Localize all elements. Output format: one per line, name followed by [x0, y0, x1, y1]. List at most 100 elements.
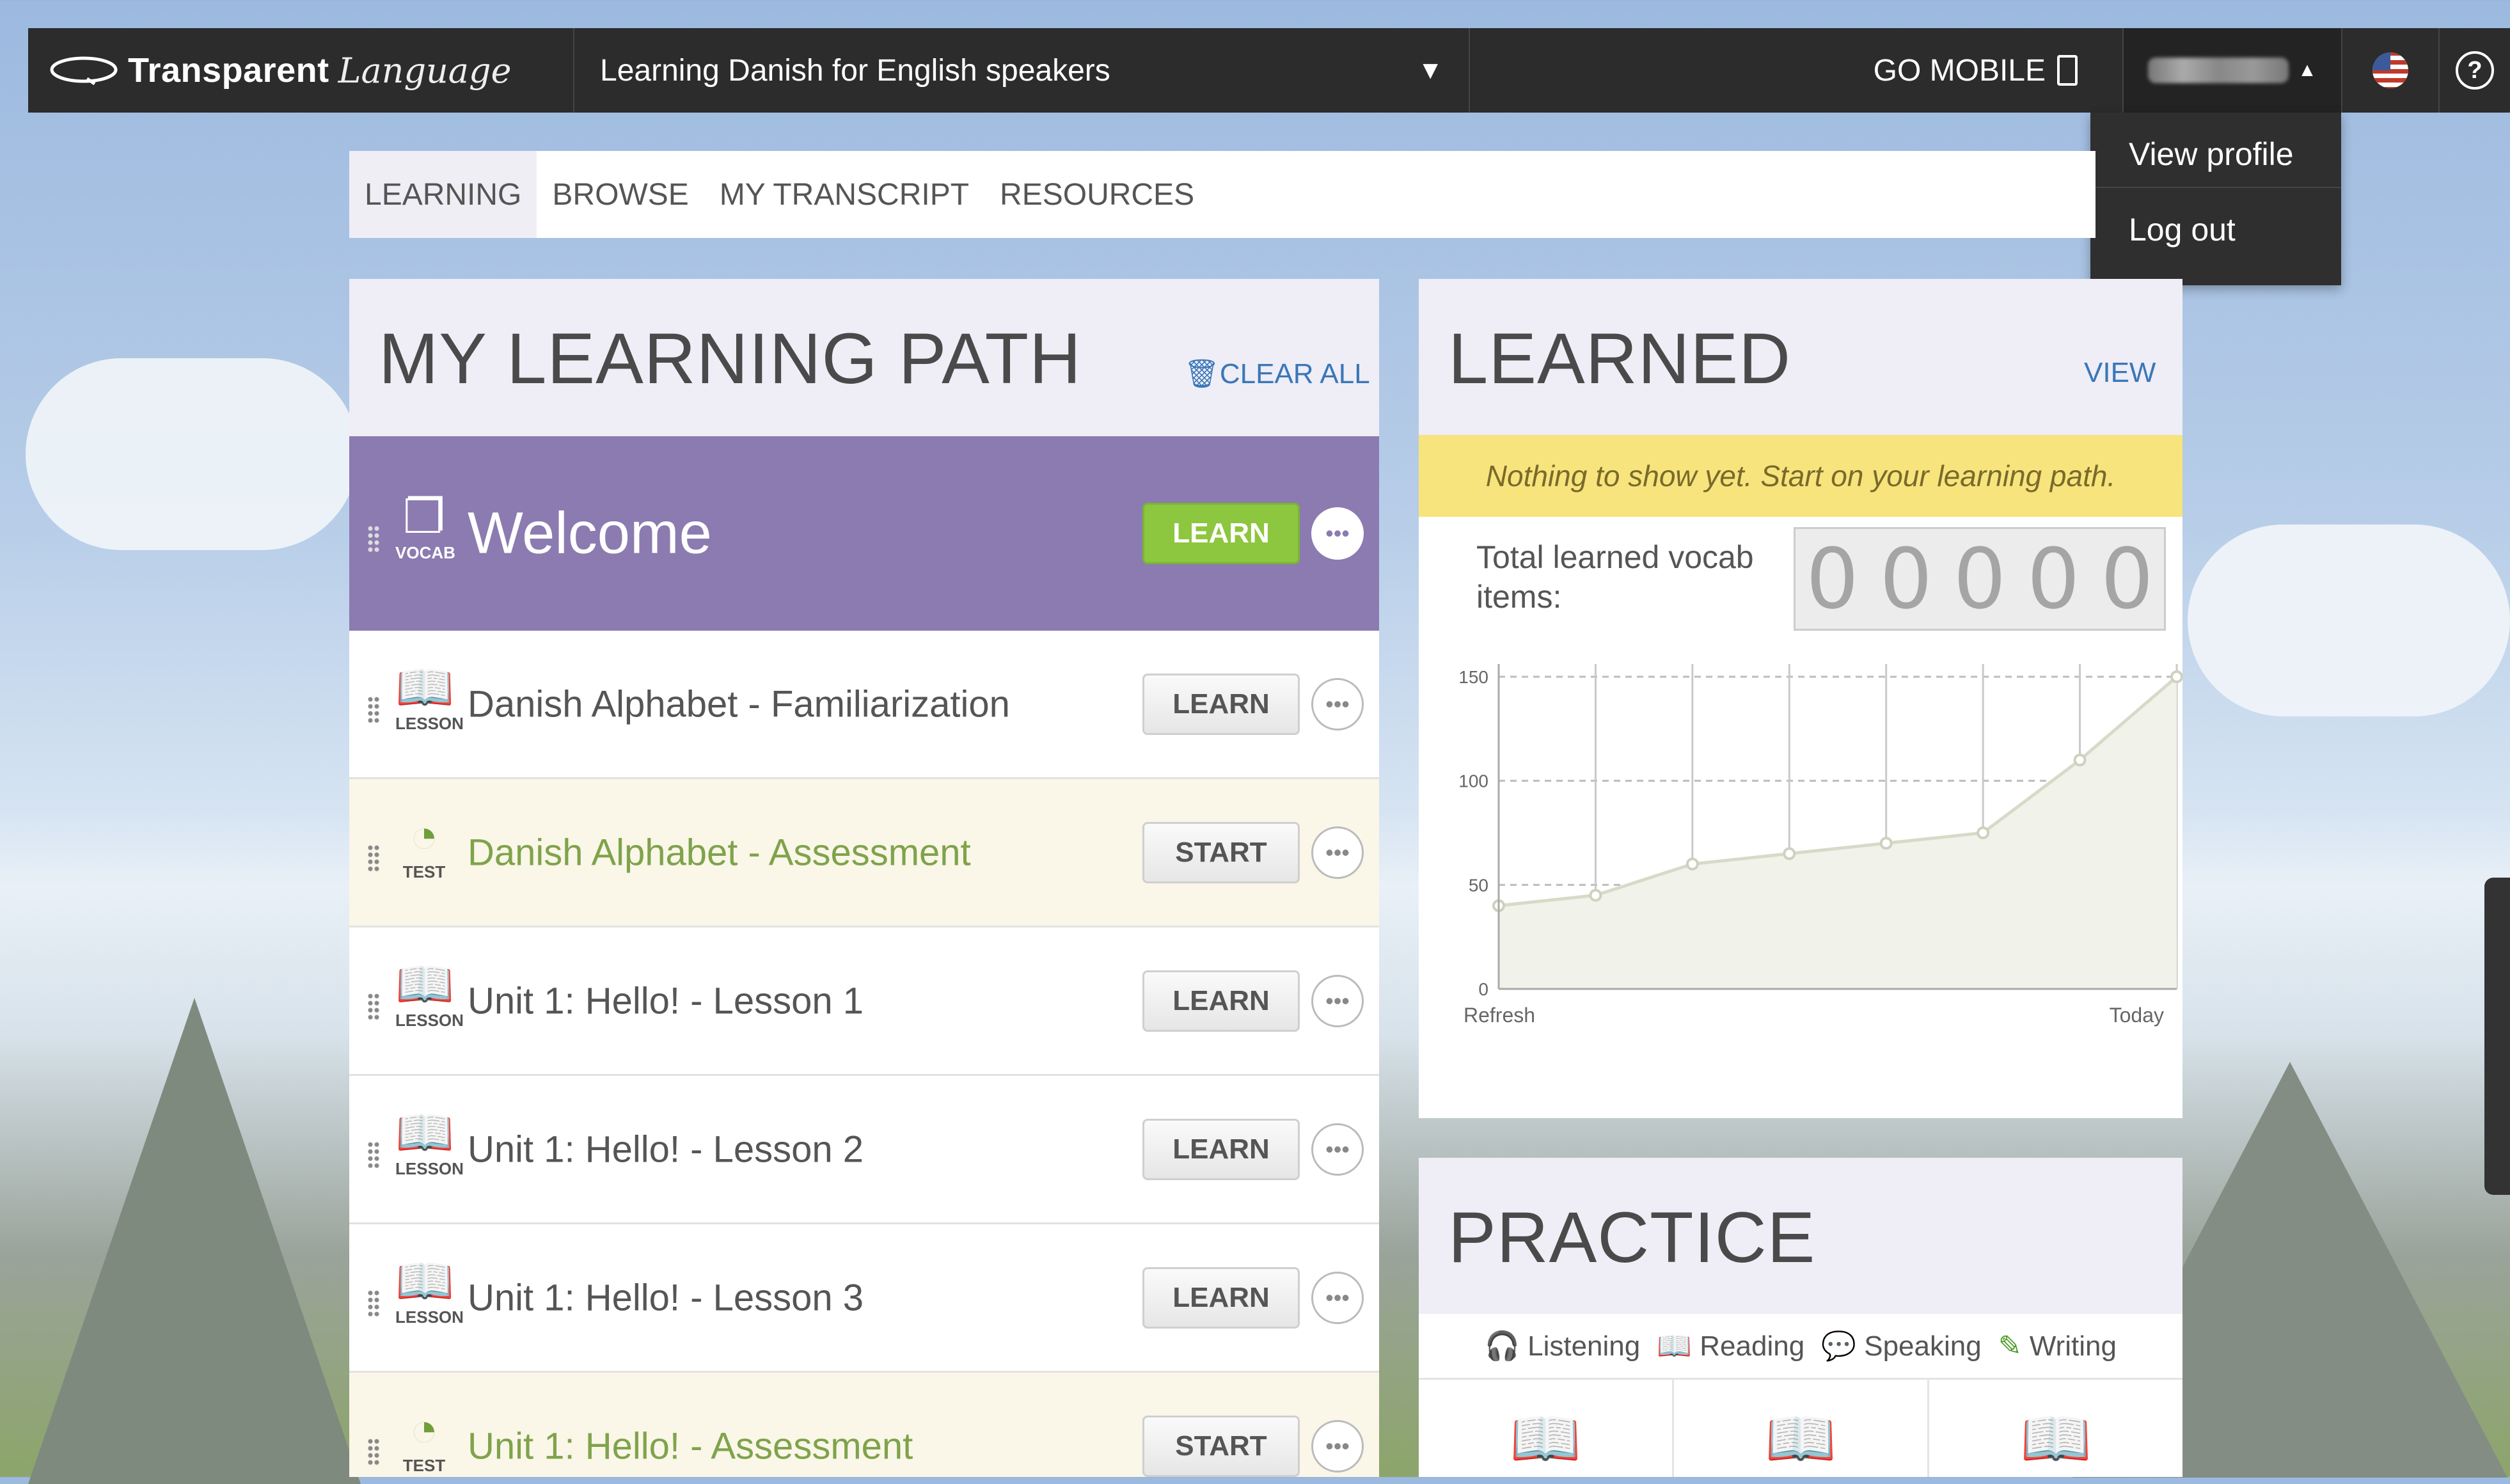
path-item-alphabet-assessment[interactable]: ◔ TEST Danish Alphabet - Assessment STAR… [349, 779, 1379, 928]
language-flag[interactable] [2341, 28, 2438, 113]
view-link[interactable]: VIEW [2084, 357, 2156, 389]
item-kind-label: TEST [402, 1455, 446, 1475]
drag-handle[interactable] [367, 695, 380, 724]
practice-panel: PRACTICE 🎧 Listening 📖 Reading 💬 Speakin… [1419, 1158, 2182, 1477]
path-item-alphabet-familiarization[interactable]: 📖 LESSON Danish Alphabet - Familiarizati… [349, 631, 1379, 779]
learn-button[interactable]: LEARN [1142, 673, 1300, 735]
vocab-total-label: Total learned vocab items: [1476, 539, 1754, 615]
vocab-icon: ❐ [402, 489, 446, 543]
start-button[interactable]: START [1142, 1415, 1300, 1477]
skill-filters: 🎧 Listening 📖 Reading 💬 Speaking ✎ Writi… [1419, 1314, 2182, 1380]
drag-handle[interactable] [367, 1289, 380, 1318]
go-mobile-label: GO MOBILE [1873, 53, 2046, 88]
go-mobile-link[interactable]: GO MOBILE [1874, 53, 2122, 88]
path-item-unit1-lesson3[interactable]: 📖 LESSON Unit 1: Hello! - Lesson 3 LEARN… [349, 1224, 1379, 1373]
empty-notice: Nothing to show yet. Start on your learn… [1419, 435, 2182, 517]
side-feedback-tab[interactable] [2484, 878, 2510, 1195]
chevron-up-icon: ▲ [2298, 59, 2317, 81]
item-kind-label: VOCAB [395, 542, 455, 562]
path-item-title: Unit 1: Hello! - Lesson 3 [468, 1277, 864, 1318]
area-fill [1499, 677, 2177, 989]
y-tick-label: 0 [1478, 979, 1488, 999]
menu-item-log-out[interactable]: Log out [2090, 187, 2341, 262]
learn-button[interactable]: LEARN [1142, 970, 1300, 1032]
data-point [1589, 888, 1602, 902]
test-chart-icon: ◔ [409, 1402, 439, 1456]
book-icon: 📖 [395, 1254, 455, 1307]
item-kind-label: LESSON [395, 1158, 464, 1178]
counter-digit: 0 [2100, 530, 2154, 628]
item-kind-label: LESSON [395, 1010, 464, 1030]
brand[interactable]: Transparent Language [28, 28, 574, 113]
more-options-icon[interactable]: ••• [1311, 677, 1364, 730]
mountain-left [28, 998, 361, 1484]
help-button[interactable]: ? [2438, 28, 2510, 113]
activity-book-icon[interactable]: 📖 [1929, 1380, 2182, 1477]
phone-icon [2057, 55, 2078, 86]
logo-text: Transparent [128, 51, 329, 90]
course-selector[interactable]: Learning Danish for English speakers ▼ [574, 28, 1470, 113]
more-options-icon[interactable]: ••• [1311, 974, 1364, 1027]
learning-path-panel: MY LEARNING PATH 🗑CLEAR ALL ❐ VOCAB Welc… [349, 279, 1379, 1477]
data-point [1977, 826, 1990, 839]
path-item-title: Danish Alphabet - Assessment [468, 832, 971, 873]
clear-all-button[interactable]: 🗑CLEAR ALL [1184, 357, 1370, 390]
activity-book-icon[interactable]: 📖 [1674, 1380, 1929, 1477]
skill-reading[interactable]: 📖 Reading [1657, 1329, 1804, 1362]
skill-listening[interactable]: 🎧 Listening [1485, 1329, 1640, 1362]
x-label-right: Today [2110, 1004, 2164, 1027]
data-point [1783, 847, 1796, 860]
drag-handle[interactable] [367, 992, 380, 1021]
tab-learning[interactable]: LEARNING [349, 151, 537, 238]
path-item-welcome[interactable]: ❐ VOCAB Welcome LEARN ••• [349, 436, 1379, 631]
more-options-icon[interactable]: ••• [1311, 1123, 1364, 1176]
item-type: 📖 LESSON [395, 1105, 464, 1178]
path-item-unit1-lesson2[interactable]: 📖 LESSON Unit 1: Hello! - Lesson 2 LEARN… [349, 1076, 1379, 1224]
more-options-icon[interactable]: ••• [1311, 1271, 1364, 1324]
activity-book-icon[interactable]: 📖 [1419, 1380, 1674, 1477]
course-title: Learning Danish for English speakers [600, 53, 1110, 88]
drag-handle[interactable] [367, 525, 380, 553]
counter-digit: 0 [1806, 530, 1859, 628]
path-item-title: Unit 1: Hello! - Lesson 2 [468, 1128, 864, 1170]
menu-item-view-profile[interactable]: View profile [2090, 113, 2341, 187]
more-options-icon[interactable]: ••• [1311, 507, 1364, 560]
learn-button[interactable]: LEARN [1142, 503, 1300, 564]
book-icon: 📖 [395, 660, 455, 714]
more-options-icon[interactable]: ••• [1311, 1419, 1364, 1472]
speech-bubble-icon: 💬 [1821, 1330, 1856, 1362]
more-options-icon[interactable]: ••• [1311, 826, 1364, 879]
path-item-unit1-lesson1[interactable]: 📖 LESSON Unit 1: Hello! - Lesson 1 LEARN… [349, 928, 1379, 1076]
tab-my-transcript[interactable]: MY TRANSCRIPT [704, 151, 984, 238]
drag-handle[interactable] [367, 844, 380, 872]
tab-browse[interactable]: BROWSE [537, 151, 704, 238]
vocab-counter: 0 0 0 0 0 [1794, 527, 2166, 631]
drag-handle[interactable] [367, 1141, 380, 1169]
path-item-title: Welcome [468, 500, 712, 566]
pencil-icon: ✎ [1998, 1330, 2022, 1362]
drag-handle[interactable] [367, 1437, 380, 1466]
skill-writing[interactable]: ✎ Writing [1998, 1330, 2117, 1362]
top-bar: Transparent Language Learning Danish for… [28, 28, 2510, 113]
user-menu-toggle[interactable]: ▲ [2122, 28, 2341, 113]
path-item-unit1-assessment[interactable]: ◔ TEST Unit 1: Hello! - Assessment START… [349, 1373, 1379, 1477]
chevron-down-icon: ▼ [1417, 56, 1443, 84]
item-type: 📖 LESSON [395, 660, 464, 733]
skill-speaking[interactable]: 💬 Speaking [1821, 1329, 1982, 1362]
y-tick-label: 100 [1458, 771, 1488, 791]
help-icon: ? [2456, 51, 2494, 90]
learning-path-header: MY LEARNING PATH 🗑CLEAR ALL [349, 279, 1379, 436]
us-flag-icon [2372, 52, 2408, 88]
path-item-title: Unit 1: Hello! - Lesson 1 [468, 980, 864, 1022]
data-point [2073, 754, 2087, 767]
book-icon: 📖 [395, 1105, 455, 1159]
learn-button[interactable]: LEARN [1142, 1267, 1300, 1329]
vocab-total: Total learned vocab items: 0 0 0 0 0 [1419, 517, 2182, 631]
learn-button[interactable]: LEARN [1142, 1118, 1300, 1180]
item-type: 📖 LESSON [395, 960, 464, 1030]
tab-resources[interactable]: RESOURCES [984, 151, 1210, 238]
data-point [2170, 670, 2183, 683]
logo-icon [50, 56, 118, 86]
start-button[interactable]: START [1142, 821, 1300, 883]
item-type: ◔ TEST [395, 812, 453, 881]
